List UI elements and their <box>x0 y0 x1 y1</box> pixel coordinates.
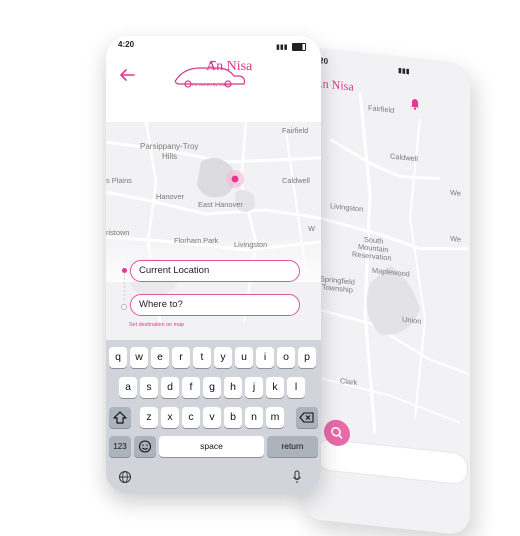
key-m[interactable]: m <box>266 407 284 428</box>
status-time: 4:20 <box>118 40 135 49</box>
back-map-label-clark: Clark <box>340 376 358 388</box>
back-map-label-w1: We <box>450 187 461 198</box>
route-connector <box>124 274 125 302</box>
map-label-parsippany: Parsippany-Troy <box>140 142 199 151</box>
space-key[interactable]: space <box>159 436 264 457</box>
where-to-input[interactable]: Where to? <box>130 294 300 316</box>
signal-icon: ▮▮▮ <box>398 67 410 76</box>
numbers-key[interactable]: 123 <box>109 436 131 457</box>
key-s[interactable]: s <box>140 377 158 398</box>
microphone-icon[interactable] <box>292 470 302 484</box>
battery-icon <box>291 43 306 52</box>
brand-tagline: For Women By Women <box>192 83 232 87</box>
key-n[interactable]: n <box>245 407 263 428</box>
key-y[interactable]: y <box>214 347 232 368</box>
brand-name: An Nisa <box>206 59 253 74</box>
emoji-key[interactable] <box>134 436 156 457</box>
key-r[interactable]: r <box>172 347 190 368</box>
key-h[interactable]: h <box>224 377 242 398</box>
key-p[interactable]: p <box>298 347 316 368</box>
status-icons: ▮▮▮ <box>276 43 306 52</box>
key-f[interactable]: f <box>182 377 200 398</box>
key-a[interactable]: a <box>119 377 137 398</box>
key-k[interactable]: k <box>266 377 284 398</box>
map-label-east-hanover: East Hanover <box>198 200 243 209</box>
return-key[interactable]: return <box>267 436 318 457</box>
search-button[interactable] <box>324 418 350 448</box>
map-label-morristown: ristown <box>106 228 130 237</box>
device-notch <box>158 36 268 54</box>
destination-dot-icon <box>121 304 127 310</box>
map-label-fairfield: Fairfield <box>282 126 309 135</box>
key-o[interactable]: o <box>277 347 295 368</box>
background-phone-mockup: 4:20 ▮▮▮ An Nisa Fairfield Caldwell We L… <box>300 46 470 536</box>
shift-key[interactable] <box>109 407 131 428</box>
bell-icon[interactable] <box>410 98 420 111</box>
map-label-w: W <box>308 224 315 233</box>
key-l[interactable]: l <box>287 377 305 398</box>
map-label-caldwell: Caldwell <box>282 176 310 185</box>
current-location-input[interactable]: Current Location <box>130 260 300 282</box>
delete-key[interactable] <box>296 407 318 428</box>
map-label-livingston: Livingston <box>234 240 268 249</box>
globe-icon[interactable] <box>118 470 132 484</box>
shift-icon <box>113 411 127 424</box>
key-u[interactable]: u <box>235 347 253 368</box>
search-icon <box>331 426 343 439</box>
origin-dot-icon <box>122 268 127 273</box>
key-t[interactable]: t <box>193 347 211 368</box>
back-map-label-union: Union <box>402 314 422 326</box>
map-label-hanover: Hanover <box>156 192 184 201</box>
back-arrow-icon[interactable] <box>118 68 136 82</box>
key-b[interactable]: b <box>224 407 242 428</box>
emoji-icon <box>138 440 152 453</box>
key-v[interactable]: v <box>203 407 221 428</box>
key-z[interactable]: z <box>140 407 158 428</box>
set-destination-link[interactable]: Set destination on map <box>129 322 184 328</box>
signal-icon: ▮▮▮ <box>276 44 288 51</box>
key-i[interactable]: i <box>256 347 274 368</box>
key-c[interactable]: c <box>182 407 200 428</box>
key-j[interactable]: j <box>245 377 263 398</box>
key-g[interactable]: g <box>203 377 221 398</box>
map-label-plains: s Plains <box>106 176 132 185</box>
back-map-label-w2: We <box>450 233 461 244</box>
key-e[interactable]: e <box>151 347 169 368</box>
foreground-phone-mockup: Parsippany-Troy Hills Fairfield s Plains… <box>106 36 321 494</box>
key-w[interactable]: w <box>130 347 148 368</box>
key-q[interactable]: q <box>109 347 127 368</box>
delete-icon <box>299 412 314 423</box>
key-d[interactable]: d <box>161 377 179 398</box>
map-label-hills: Hills <box>162 152 178 161</box>
map-label-florham-park: Florham Park <box>174 236 219 245</box>
key-x[interactable]: x <box>161 407 179 428</box>
